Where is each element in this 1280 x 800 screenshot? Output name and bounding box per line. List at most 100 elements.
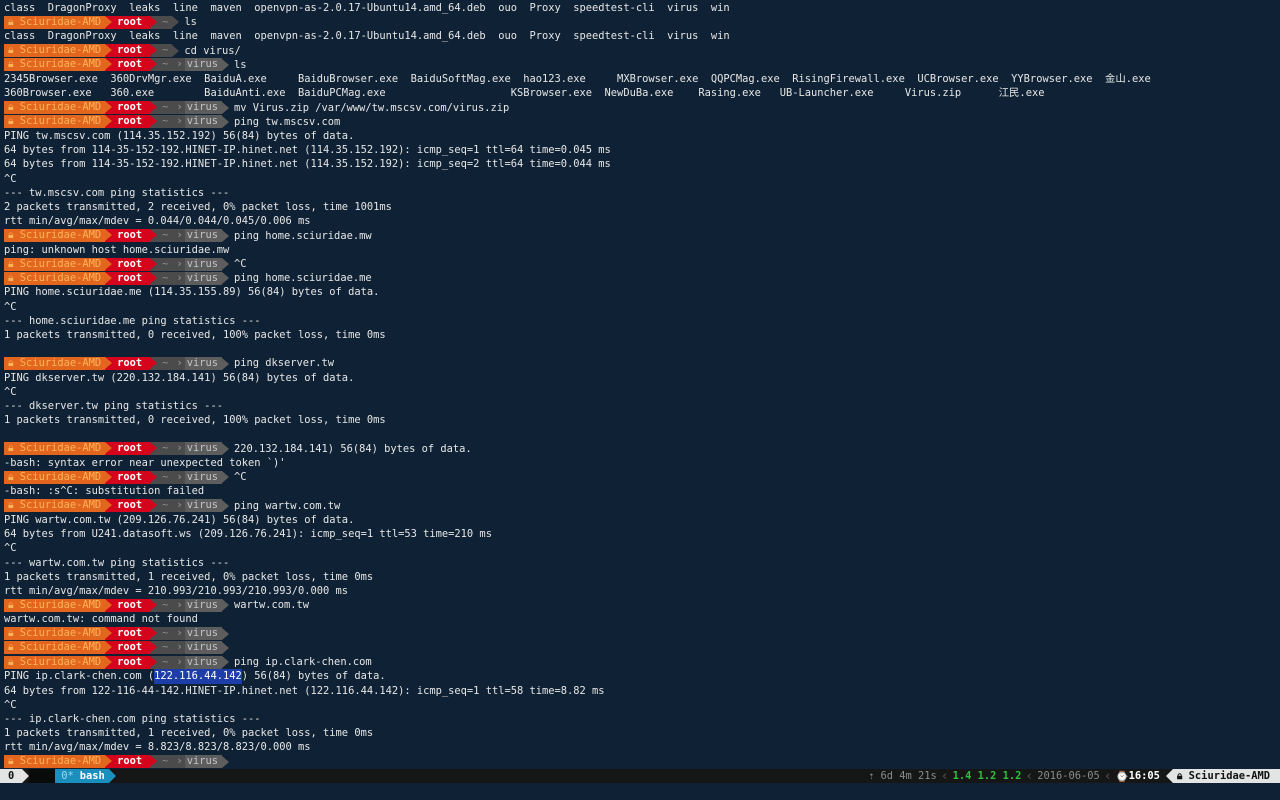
- output-text: 64 bytes from 114-35-152-192.HINET-IP.hi…: [4, 158, 611, 171]
- prompt-host-segment: 🔒︎ Sciuridae-AMD: [4, 44, 113, 58]
- separator-arrow-icon: [105, 115, 113, 128]
- prompt-host-segment: 🔒︎ Sciuridae-AMD: [4, 271, 113, 285]
- prompt-user: root: [117, 598, 143, 611]
- output-line: --- home.sciuridae.me ping statistics --…: [4, 314, 1280, 328]
- prompt-end-arrow-icon: [172, 16, 180, 29]
- prompt-home: ~: [162, 499, 169, 512]
- output-line: ^C: [4, 385, 1280, 399]
- output-line: rtt min/avg/max/mdev = 210.993/210.993/2…: [4, 584, 1280, 598]
- prompt-dir: virus: [184, 470, 222, 484]
- path-separator-icon: ›: [172, 101, 185, 115]
- prompt-user: root: [117, 58, 143, 71]
- output-text: ) 56(84) bytes of data.: [241, 670, 386, 683]
- prompt-host: Sciuridae-AMD: [19, 271, 102, 284]
- prompt-user: root: [117, 442, 143, 455]
- output-line: 1 packets transmitted, 1 received, 0% pa…: [4, 570, 1280, 584]
- prompt-host-segment: 🔒︎ Sciuridae-AMD: [4, 627, 113, 641]
- separator-arrow-icon: [105, 15, 113, 28]
- status-gap: [29, 769, 56, 783]
- output-text: ^C: [4, 542, 17, 555]
- lock-icon: 🔒︎: [8, 598, 20, 611]
- command-text: 220.132.184.141) 56(84) bytes of data.: [233, 442, 472, 455]
- output-line: 360Browser.exe 360.exe BaiduAnti.exe Bai…: [4, 86, 1280, 100]
- terminal-output[interactable]: class DragonProxy leaks line maven openv…: [4, 1, 1280, 769]
- lock-icon: 🔒︎: [8, 15, 20, 28]
- output-line: PING ip.clark-chen.com (122.116.44.142) …: [4, 669, 1280, 684]
- prompt-line: 🔒︎ Sciuridae-AMD root ~ › virus ping ip.clark…: [4, 655, 1280, 669]
- output-line: --- ip.clark-chen.com ping statistics --…: [4, 712, 1280, 726]
- separator-arrow-icon: [150, 257, 158, 270]
- separator-arrow-icon: [105, 655, 113, 668]
- prompt-line: 🔒︎ Sciuridae-AMD root ~ › virus ping home.sci…: [4, 229, 1280, 243]
- prompt-host: Sciuridae-AMD: [19, 755, 102, 768]
- prompt-user: root: [117, 257, 143, 270]
- lock-icon: 🔒︎: [8, 655, 20, 668]
- uptime: 6d 4m 21s: [880, 770, 937, 782]
- command-text: mv Virus.zip /var/www/tw.mscsv.com/virus…: [233, 101, 510, 114]
- output-line: PING home.sciuridae.me (114.35.155.89) 5…: [4, 285, 1280, 299]
- uptime-icon: ⇡: [868, 770, 875, 782]
- separator-arrow-icon: [22, 769, 30, 783]
- lock-icon: 🔒︎: [8, 755, 20, 768]
- output-line: PING tw.mscsv.com (114.35.152.192) 56(84…: [4, 129, 1280, 143]
- separator-chevron-icon: ‹: [940, 768, 949, 784]
- prompt-end-arrow-icon: [221, 58, 229, 71]
- prompt-host-segment: 🔒︎ Sciuridae-AMD: [4, 15, 113, 29]
- path-separator-icon: ›: [172, 655, 185, 669]
- lock-icon: 🔒︎: [8, 357, 20, 370]
- prompt-line: 🔒︎ Sciuridae-AMD root ~ › virus ping wartw.co…: [4, 499, 1280, 513]
- lock-icon: 🔒︎: [8, 499, 20, 512]
- session-name[interactable]: 0: [0, 769, 23, 783]
- output-text: 1 packets transmitted, 0 received, 100% …: [4, 329, 386, 342]
- lock-icon: 🔒︎: [8, 115, 20, 128]
- prompt-line: 🔒︎ Sciuridae-AMD root ~ › virus ping dkserver…: [4, 356, 1280, 371]
- prompt-user: root: [117, 499, 143, 512]
- output-line: 1 packets transmitted, 0 received, 100% …: [4, 328, 1280, 342]
- separator-arrow-icon: [105, 58, 113, 71]
- path-separator-icon: ›: [172, 598, 185, 612]
- prompt-home: ~: [162, 655, 169, 668]
- prompt-home: ~: [162, 229, 169, 242]
- prompt-end-arrow-icon: [221, 229, 229, 242]
- prompt-home: ~: [162, 627, 169, 640]
- prompt-host: Sciuridae-AMD: [19, 655, 102, 668]
- separator-arrow-icon: [105, 442, 113, 455]
- prompt-host-segment: 🔒︎ Sciuridae-AMD: [4, 442, 113, 456]
- prompt-host-segment: 🔒︎ Sciuridae-AMD: [4, 655, 113, 669]
- prompt-line: 🔒︎ Sciuridae-AMD root ~ › virus ping home.sci…: [4, 271, 1280, 285]
- prompt-user: root: [117, 271, 143, 284]
- lock-icon: 🔒︎: [8, 470, 20, 483]
- prompt-line: 🔒︎ Sciuridae-AMD root ~ › virus ls: [4, 58, 1280, 72]
- prompt-end-arrow-icon: [221, 101, 229, 114]
- output-text: 2345Browser.exe 360DrvMgr.exe BaiduA.exe…: [4, 73, 1151, 86]
- output-line: wartw.com.tw: command not found: [4, 612, 1280, 626]
- output-text: 360Browser.exe 360.exe BaiduAnti.exe Bai…: [4, 87, 1045, 100]
- separator-arrow-icon: [150, 271, 158, 284]
- prompt-host-segment: 🔒︎ Sciuridae-AMD: [4, 229, 113, 243]
- path-separator-icon: ›: [172, 442, 185, 456]
- prompt-host-segment: 🔒︎ Sciuridae-AMD: [4, 641, 113, 655]
- path-separator-icon: ›: [172, 115, 185, 129]
- prompt-user: root: [117, 115, 143, 128]
- separator-arrow-icon: [150, 58, 158, 71]
- output-text: 1 packets transmitted, 1 received, 0% pa…: [4, 727, 374, 740]
- lock-icon: 🔒︎: [8, 257, 20, 270]
- prompt-end-arrow-icon: [221, 627, 229, 640]
- output-line: 2 packets transmitted, 2 received, 0% pa…: [4, 200, 1280, 214]
- window-tab-bash[interactable]: 0* bash: [55, 769, 109, 783]
- output-text: ^C: [4, 385, 17, 398]
- prompt-user: root: [117, 229, 143, 242]
- prompt-line: 🔒︎ Sciuridae-AMD root ~ › virus wartw.com.tw: [4, 598, 1280, 612]
- prompt-home: ~: [162, 357, 169, 370]
- prompt-line: 🔒︎ Sciuridae-AMD root ~ › virus ping tw.mscsv…: [4, 115, 1280, 129]
- output-line: 64 bytes from 114-35-152-192.HINET-IP.hi…: [4, 157, 1280, 171]
- separator-arrow-icon: [150, 15, 158, 28]
- lock-icon: 🔒︎: [8, 627, 20, 640]
- separator-arrow-icon: [105, 641, 113, 654]
- prompt-line: 🔒︎ Sciuridae-AMD root ~ › virus 220.132.184.1…: [4, 442, 1280, 456]
- separator-arrow-icon: [105, 499, 113, 512]
- output-line: 64 bytes from 122-116-44-142.HINET-IP.hi…: [4, 684, 1280, 698]
- separator-arrow-icon: [150, 499, 158, 512]
- prompt-host-segment: 🔒︎ Sciuridae-AMD: [4, 101, 113, 115]
